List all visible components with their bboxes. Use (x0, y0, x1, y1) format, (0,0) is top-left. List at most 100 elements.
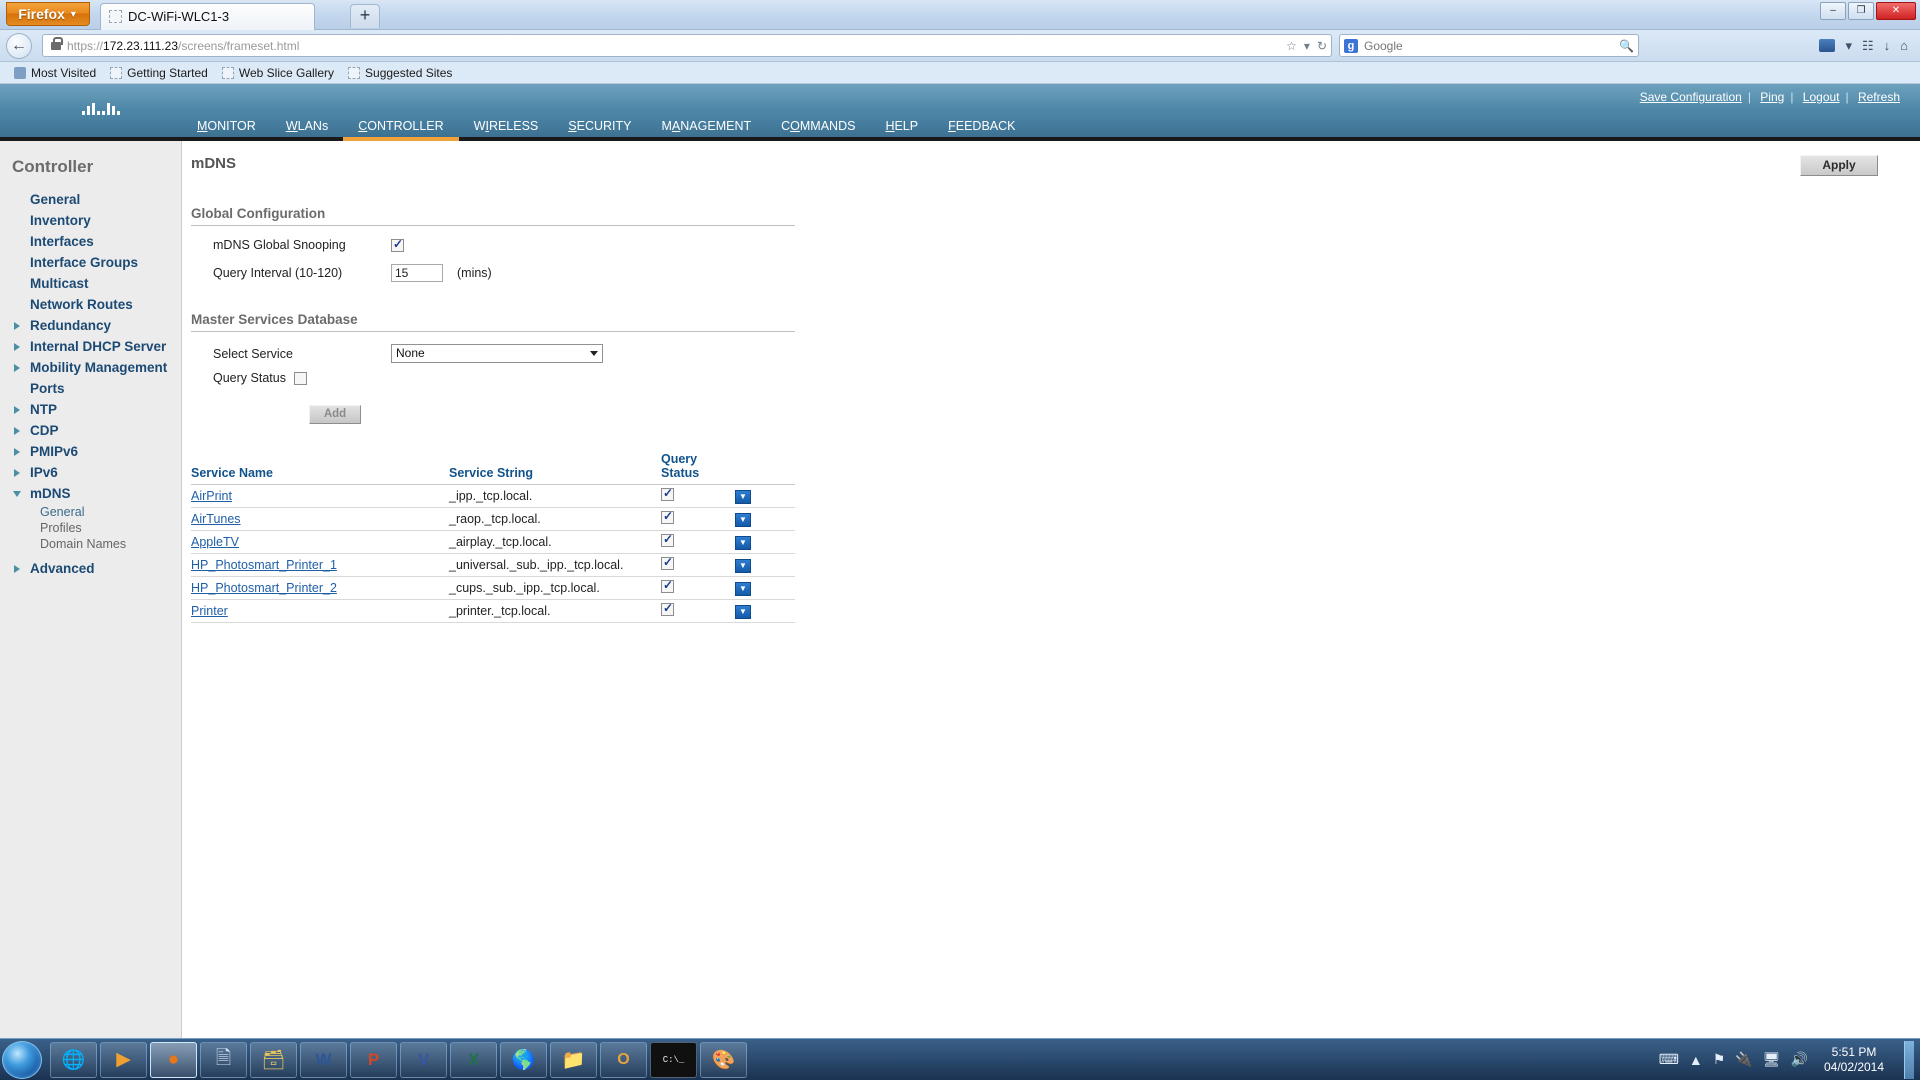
logout-link[interactable]: Logout (1803, 90, 1840, 104)
keyboard-icon[interactable]: ⌨ (1659, 1051, 1679, 1068)
row-query-status-checkbox[interactable] (661, 578, 674, 593)
sidebar-item-mobility-management[interactable]: Mobility Management (0, 357, 181, 378)
network-globe-icon[interactable]: 🌎 (500, 1041, 547, 1078)
search-icon[interactable]: 🔍 (1619, 39, 1634, 53)
visio-icon[interactable]: V (400, 1041, 447, 1078)
mdns-global-snooping-checkbox[interactable] (391, 237, 404, 252)
taskbar-clock[interactable]: 5:51 PM 04/02/2014 (1818, 1045, 1890, 1075)
flag-action-center-icon[interactable]: ⚑ (1713, 1051, 1726, 1068)
menu-item-wlans[interactable]: WLANs (271, 115, 343, 141)
firefox-app-menu-button[interactable]: Firefox ▼ (6, 2, 90, 26)
bookmark-star-icon[interactable]: ☆ (1286, 39, 1297, 53)
service-name-link[interactable]: AirPrint (191, 489, 232, 503)
sidebar-item-advanced[interactable]: Advanced (0, 558, 181, 579)
volume-icon[interactable]: 🔊 (1791, 1051, 1808, 1068)
bookmark-item[interactable]: Suggested Sites (348, 66, 452, 80)
query-status-checkbox[interactable] (293, 371, 307, 385)
excel-icon[interactable]: X (450, 1041, 497, 1078)
bookmark-item[interactable]: Getting Started (110, 66, 208, 80)
sidebar-item-mdns[interactable]: mDNS (0, 483, 181, 504)
chevron-down-icon[interactable]: ▼ (735, 490, 751, 504)
search-bar[interactable]: g Google 🔍 (1339, 34, 1639, 57)
file-explorer-icon[interactable]: 🗃 (250, 1041, 297, 1078)
service-name-link[interactable]: Printer (191, 604, 228, 618)
row-query-status-checkbox[interactable] (661, 555, 674, 570)
show-hidden-icons-icon[interactable]: ▲ (1689, 1052, 1703, 1068)
share-icon[interactable] (1819, 39, 1836, 52)
window-maximize-button[interactable]: ❐ (1848, 2, 1874, 20)
chevron-down-icon[interactable]: ▾ (1304, 39, 1310, 53)
sidebar-item-mdns-domain-names[interactable]: Domain Names (0, 536, 181, 552)
save-configuration-link[interactable]: Save Configuration (1640, 90, 1742, 104)
sidebar-item-mdns-general[interactable]: General (0, 504, 181, 520)
sidebar-item-network-routes[interactable]: Network Routes (0, 294, 181, 315)
browser-tab[interactable]: DC-WiFi-WLC1-3 (100, 3, 315, 30)
window-minimize-button[interactable]: – (1820, 2, 1846, 20)
menu-item-controller[interactable]: CONTROLLER (343, 115, 459, 141)
row-query-status-checkbox[interactable] (661, 486, 674, 501)
network-icon[interactable]: 🔌 (1735, 1051, 1752, 1068)
menu-item-management[interactable]: MANAGEMENT (647, 115, 767, 141)
ping-link[interactable]: Ping (1760, 90, 1784, 104)
select-service-dropdown[interactable]: None (391, 344, 603, 363)
bookmark-item[interactable]: Web Slice Gallery (221, 66, 334, 80)
notepad-icon[interactable]: 🗎 (200, 1041, 247, 1078)
display-icon[interactable]: 🖥 (1763, 1051, 1781, 1068)
menu-item-wireless[interactable]: WIRELESS (459, 115, 554, 141)
windows-start-orb-icon[interactable] (2, 1040, 42, 1079)
address-bar[interactable]: https://172.23.111.23/screens/frameset.h… (42, 34, 1332, 57)
service-name-link[interactable]: AirTunes (191, 512, 241, 526)
service-name-link[interactable]: AppleTV (191, 535, 239, 549)
home-grid-icon[interactable]: ☷ (1862, 38, 1874, 54)
add-button[interactable]: Add (309, 405, 361, 424)
windows-media-player-icon[interactable]: ▶ (100, 1041, 147, 1078)
sidebar-item-general[interactable]: General (0, 189, 181, 210)
chevron-down-icon[interactable]: ▼ (735, 513, 751, 527)
internet-explorer-icon[interactable]: 🌐 (50, 1041, 97, 1078)
sidebar-item-multicast[interactable]: Multicast (0, 273, 181, 294)
menu-item-feedback[interactable]: FEEDBACK (933, 115, 1030, 141)
row-query-status-checkbox[interactable] (661, 601, 674, 616)
show-desktop-button[interactable] (1904, 1040, 1914, 1079)
folder-icon[interactable]: 📁 (550, 1041, 597, 1078)
word-icon[interactable]: W (300, 1041, 347, 1078)
firefox-icon[interactable]: ● (150, 1041, 197, 1078)
sidebar-item-interface-groups[interactable]: Interface Groups (0, 252, 181, 273)
search-input[interactable]: Google (1364, 39, 1403, 53)
refresh-link[interactable]: Refresh (1858, 90, 1900, 104)
new-tab-button[interactable]: + (350, 4, 380, 28)
sidebar-item-ipv6[interactable]: IPv6 (0, 462, 181, 483)
service-name-link[interactable]: HP_Photosmart_Printer_2 (191, 581, 337, 595)
sidebar-item-inventory[interactable]: Inventory (0, 210, 181, 231)
sidebar-item-redundancy[interactable]: Redundancy (0, 315, 181, 336)
paint-icon[interactable]: 🎨 (700, 1041, 747, 1078)
chevron-down-icon[interactable]: ▾ (1845, 38, 1852, 54)
sidebar-item-cdp[interactable]: CDP (0, 420, 181, 441)
service-name-link[interactable]: HP_Photosmart_Printer_1 (191, 558, 337, 572)
row-query-status-checkbox[interactable] (661, 509, 674, 524)
sidebar-item-ntp[interactable]: NTP (0, 399, 181, 420)
chevron-down-icon[interactable]: ▼ (735, 536, 751, 550)
menu-item-commands[interactable]: COMMANDS (766, 115, 870, 141)
sidebar-item-ports[interactable]: Ports (0, 378, 181, 399)
menu-item-monitor[interactable]: MONITOR (182, 115, 271, 141)
bookmark-item[interactable]: Most Visited (14, 66, 96, 80)
menu-item-security[interactable]: SECURITY (553, 115, 646, 141)
chevron-down-icon[interactable]: ▼ (735, 582, 751, 596)
back-button-icon[interactable]: ← (6, 32, 32, 59)
downloads-icon[interactable]: ↓ (1884, 38, 1891, 53)
sidebar-item-mdns-profiles[interactable]: Profiles (0, 520, 181, 536)
menu-item-help[interactable]: HELP (870, 115, 933, 141)
chevron-down-icon[interactable]: ▼ (735, 605, 751, 619)
sidebar-item-internal-dhcp-server[interactable]: Internal DHCP Server (0, 336, 181, 357)
powerpoint-icon[interactable]: P (350, 1041, 397, 1078)
window-close-button[interactable]: ✕ (1876, 2, 1916, 20)
apply-button[interactable]: Apply (1800, 155, 1878, 176)
outlook-icon[interactable]: O (600, 1041, 647, 1078)
chevron-down-icon[interactable]: ▼ (735, 559, 751, 573)
query-interval-input[interactable]: 15 (391, 264, 443, 282)
sidebar-item-pmipv6[interactable]: PMIPv6 (0, 441, 181, 462)
sidebar-item-interfaces[interactable]: Interfaces (0, 231, 181, 252)
reload-icon[interactable]: ↻ (1317, 39, 1327, 53)
command-prompt-icon[interactable]: C:\_ (650, 1041, 697, 1078)
